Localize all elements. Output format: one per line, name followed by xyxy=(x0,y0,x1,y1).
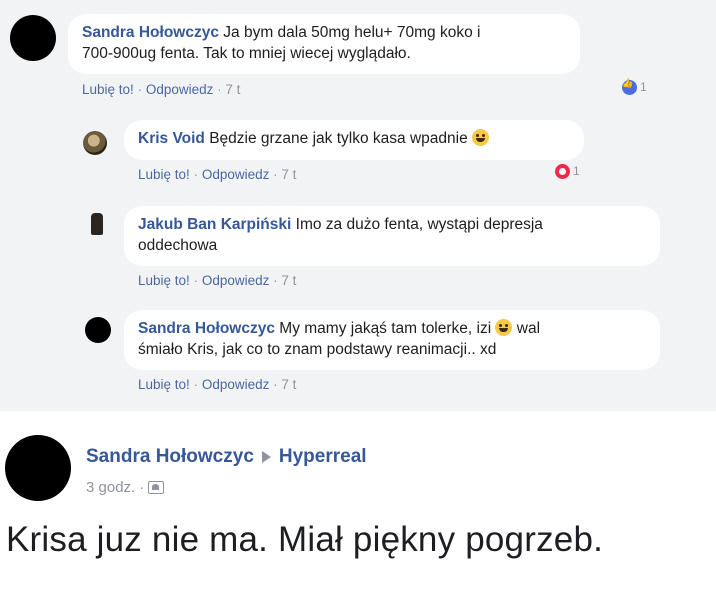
timestamp[interactable]: 7 t xyxy=(281,377,296,392)
comment-author[interactable]: Sandra Hołowczyc xyxy=(82,24,219,41)
reaction-count[interactable]: 1 xyxy=(622,78,647,96)
arrow-right-icon xyxy=(261,451,271,463)
comment-text: oddechowa xyxy=(138,237,218,254)
comment-actions: Lubię to! · Odpowiedz · 7 t xyxy=(138,167,297,182)
comment-text: Ja bym dala 50mg helu+ 70mg koko i xyxy=(223,24,481,41)
reply-link[interactable]: Odpowiedz xyxy=(202,273,270,288)
comment-author[interactable]: Jakub Ban Karpiński xyxy=(138,216,291,233)
like-link[interactable]: Lubię to! xyxy=(82,82,134,97)
comment-text: śmiało Kris, jak co to znam podstawy rea… xyxy=(138,341,497,358)
reply-link[interactable]: Odpowiedz xyxy=(146,82,214,97)
timestamp[interactable]: 7 t xyxy=(281,167,296,182)
post-header: Sandra Hołowczyc Hyperreal xyxy=(86,446,367,468)
avatar[interactable] xyxy=(87,213,107,237)
comment-text: Imo za dużo fenta, wystąpi depresja xyxy=(295,216,543,233)
comment-text: 700-900ug fenta. Tak to mniej wiecej wyg… xyxy=(82,45,411,62)
comment-author[interactable]: Kris Void xyxy=(138,130,205,147)
group-link[interactable]: Hyperreal xyxy=(279,446,367,468)
like-link[interactable]: Lubię to! xyxy=(138,273,190,288)
post-author[interactable]: Sandra Hołowczyc xyxy=(86,446,254,468)
reaction-number: 1 xyxy=(573,164,580,178)
comment-bubble: Sandra Hołowczyc Ja bym dala 50mg helu+ … xyxy=(68,14,580,74)
comment-text: wal xyxy=(516,320,541,337)
grinning-emoji-icon xyxy=(472,129,489,146)
avatar[interactable] xyxy=(85,317,111,343)
comment-bubble: Sandra Hołowczyc My mamy jakąś tam toler… xyxy=(124,310,660,370)
comment-text: Będzie grzane jak tylko kasa wpadnie xyxy=(209,130,468,147)
post-avatar[interactable] xyxy=(5,435,71,501)
timestamp[interactable]: 7 t xyxy=(225,82,240,97)
reply-link[interactable]: Odpowiedz xyxy=(202,167,270,182)
comment-bubble: Jakub Ban Karpiński Imo za dużo fenta, w… xyxy=(124,206,660,266)
like-link[interactable]: Lubię to! xyxy=(138,167,190,182)
post-text: Krisa juz nie ma. Miał piękny pogrzeb. xyxy=(6,520,604,559)
comment-text: My mamy jakąś tam tolerke, izi xyxy=(279,320,492,337)
comment-bubble: Kris Void Będzie grzane jak tylko kasa w… xyxy=(124,120,584,160)
comment-actions: Lubię to! · Odpowiedz · 7 t xyxy=(138,273,297,288)
love-reaction-icon xyxy=(555,163,570,179)
comment-author[interactable]: Sandra Hołowczyc xyxy=(138,320,275,337)
reaction-count[interactable]: 1 xyxy=(555,162,580,180)
avatar[interactable] xyxy=(10,15,56,61)
reaction-number: 1 xyxy=(640,80,647,94)
avatar[interactable] xyxy=(83,131,107,155)
timestamp[interactable]: 7 t xyxy=(281,273,296,288)
like-link[interactable]: Lubię to! xyxy=(138,377,190,392)
grinning-emoji-icon xyxy=(495,319,513,336)
group-privacy-icon[interactable] xyxy=(148,481,165,494)
reply-link[interactable]: Odpowiedz xyxy=(202,377,270,392)
comment-actions: Lubię to! · Odpowiedz · 7 t xyxy=(138,377,297,392)
post-timestamp[interactable]: 3 godz. xyxy=(86,479,135,496)
like-reaction-icon xyxy=(622,78,637,95)
post-meta: 3 godz. · xyxy=(86,479,165,496)
comment-actions: Lubię to! · Odpowiedz · 7 t xyxy=(82,82,241,97)
